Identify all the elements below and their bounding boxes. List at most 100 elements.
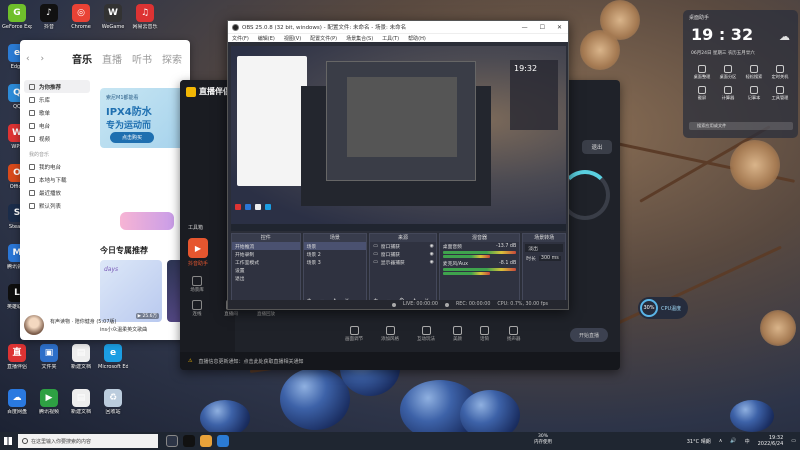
- desktop-icon[interactable]: ♪ 抖音: [34, 4, 64, 30]
- sidebar-item-default-list[interactable]: 默认列表: [24, 199, 90, 212]
- source-item[interactable]: ▭ 显示器捕获 ◉: [370, 258, 436, 266]
- obs-window[interactable]: OBS 25.0.8 (32 bit, windows) - 配置文件: 未命名…: [227, 20, 569, 310]
- tool-desktop-organize[interactable]: 桌面整理: [689, 65, 715, 80]
- desktop-icon[interactable]: ◎ Chrome: [66, 4, 96, 30]
- eye-icon[interactable]: ◉: [430, 252, 436, 257]
- weather-status[interactable]: 31°C 晴朗: [687, 438, 711, 445]
- sidebar-item-local[interactable]: 本地与下载: [24, 173, 90, 186]
- sidebar-item-playlists[interactable]: 歌单: [24, 106, 90, 119]
- menu-scene-collection[interactable]: 场景集合(S): [346, 35, 373, 42]
- menu-profile[interactable]: 配置文件(P): [310, 35, 337, 42]
- maximize-icon[interactable]: ☐: [540, 24, 545, 31]
- sidebar-item-library[interactable]: 乐库: [24, 93, 90, 106]
- start-live-button[interactable]: 开始直播: [570, 328, 608, 342]
- menu-edit[interactable]: 编辑(E): [258, 35, 275, 42]
- minimize-icon[interactable]: —: [522, 24, 528, 31]
- desktop-icon[interactable]: 直直播伴侣: [2, 344, 32, 370]
- tool-label: 工具管理: [771, 95, 789, 100]
- tool-desktop-partition[interactable]: 桌面分区: [715, 65, 741, 80]
- start-button[interactable]: [0, 432, 16, 450]
- edge-taskbar-icon[interactable]: [217, 435, 229, 447]
- obs-taskbar-icon[interactable]: [183, 435, 195, 447]
- desktop-icon[interactable]: W WeGame: [98, 4, 128, 30]
- mic-button[interactable]: 话筒: [480, 326, 489, 342]
- taskbar-search[interactable]: 在这里输入你要搜索的内容: [18, 434, 158, 448]
- obs-preview[interactable]: 19:32: [231, 46, 566, 231]
- volume-slider[interactable]: [442, 255, 491, 258]
- ime-indicator[interactable]: 中: [745, 438, 750, 445]
- banner-buy-button[interactable]: 点击购买: [110, 132, 154, 143]
- studio-mode-button[interactable]: 工作室模式: [232, 258, 300, 266]
- tray-arrow-icon[interactable]: ∧: [719, 438, 723, 444]
- sidebar-item-recommend[interactable]: 为你推荐: [24, 80, 90, 93]
- transition-select[interactable]: 淡出: [525, 244, 564, 252]
- tool-quick-search[interactable]: 轻松搜索: [741, 65, 767, 80]
- menu-file[interactable]: 文件(F): [232, 35, 249, 42]
- volume-slider[interactable]: [442, 272, 491, 275]
- douyin-assistant-button[interactable]: ▶: [188, 238, 208, 258]
- tool-notepad[interactable]: 记事本: [741, 86, 767, 101]
- task-view-icon[interactable]: [166, 435, 178, 447]
- taskbar-clock[interactable]: 19:32 2022/6/24: [758, 435, 784, 447]
- desktop-icon[interactable]: ▤ 新建文档: [66, 389, 96, 415]
- exit-obs-button[interactable]: 退出: [232, 274, 300, 282]
- tool-calculator[interactable]: 计算器: [715, 86, 741, 101]
- desktop-icon[interactable]: ▶ 腾讯视频: [34, 389, 64, 415]
- source-item[interactable]: ▭ 窗口捕获 ◉: [370, 250, 436, 258]
- volume-icon[interactable]: 🔊: [730, 438, 736, 444]
- tab-audiobook[interactable]: 听书: [132, 51, 152, 66]
- add-style-button[interactable]: 添加风格: [381, 326, 399, 342]
- desktop-icon[interactable]: e Microsoft Edge: [98, 344, 128, 370]
- scene-library-button[interactable]: 场景库: [186, 276, 208, 293]
- tool-timed-shutdown[interactable]: 定时关机: [767, 65, 793, 80]
- scene-item[interactable]: 场景: [303, 242, 367, 250]
- notification-icon[interactable]: ▭: [791, 438, 796, 444]
- tool-screenshot[interactable]: 截屏: [689, 86, 715, 101]
- nav-arrows[interactable]: ‹ ›: [26, 54, 48, 64]
- interact-button[interactable]: 互动玩法: [417, 326, 435, 342]
- folder-taskbar-icon[interactable]: [200, 435, 212, 447]
- desktop-icon[interactable]: ♫ 网易云音乐: [130, 4, 160, 30]
- widget-search-input[interactable]: 搜索应用或文件: [689, 122, 793, 130]
- vip-button[interactable]: [120, 212, 174, 230]
- desktop-icon[interactable]: G GeForce Experience: [2, 4, 32, 30]
- recommend-card[interactable]: days ▶ 25.6万: [100, 260, 162, 322]
- tab-live[interactable]: 直播: [102, 51, 122, 66]
- desktop-assistant-widget[interactable]: 桌面助手 19 : 32 ☁ 06月24日 星期三 农历五月廿六 桌面整理 桌面…: [683, 10, 798, 138]
- speaker-button[interactable]: 扬声器: [507, 326, 521, 342]
- scene-item[interactable]: 场景 2: [304, 250, 367, 258]
- beauty-button[interactable]: 美颜: [453, 326, 462, 342]
- tool-manager[interactable]: 工具管理: [767, 86, 793, 101]
- tab-explore[interactable]: 探索: [162, 51, 182, 66]
- exit-button[interactable]: 退出: [582, 140, 612, 154]
- music-app-window[interactable]: ‹ › 音乐 直播 听书 探索 为你推荐 乐库 歌单 电台 视频 我的音乐 我的…: [20, 40, 190, 340]
- desktop-icon[interactable]: ▣ 文件夹: [34, 344, 64, 370]
- sidebar-item-recent[interactable]: 最近播放: [24, 186, 90, 199]
- promo-banner[interactable]: 索尼M1都能看 IPX4防水 专为运动而 点击购买: [100, 88, 190, 148]
- start-record-button[interactable]: 开始录制: [232, 250, 300, 258]
- tab-music[interactable]: 音乐: [72, 51, 92, 66]
- desktop-icon[interactable]: ▤ 新建文档: [66, 344, 96, 370]
- sidebar-item-my-radio[interactable]: 我的电台: [24, 160, 90, 173]
- start-stream-button[interactable]: 开始推流: [232, 242, 300, 250]
- menu-tools[interactable]: 工具(T): [382, 35, 399, 42]
- now-playing-bar[interactable]: [20, 310, 100, 340]
- eye-icon[interactable]: ◉: [430, 244, 436, 249]
- connect-button[interactable]: 连线: [186, 300, 208, 317]
- obs-titlebar[interactable]: OBS 25.0.8 (32 bit, windows) - 配置文件: 未命名…: [228, 21, 568, 33]
- settings-button[interactable]: 设置: [232, 266, 300, 274]
- desktop-icon[interactable]: ☁ 百度网盘: [2, 389, 32, 415]
- scene-item[interactable]: 场景 3: [304, 258, 367, 266]
- close-icon[interactable]: ✕: [557, 24, 562, 31]
- cpu-monitor[interactable]: 30% CPU温度: [638, 297, 688, 319]
- menu-help[interactable]: 帮助(H): [408, 35, 426, 42]
- menu-view[interactable]: 视图(V): [284, 35, 301, 42]
- duration-input[interactable]: 300 ms: [538, 255, 561, 261]
- notice-bar[interactable]: ⚠ 直播信息更新通知：点击此处获取直播相关通知: [180, 352, 620, 370]
- sidebar-item-video[interactable]: 视频: [24, 132, 90, 145]
- eye-icon[interactable]: ◉: [430, 260, 436, 265]
- sidebar-item-radio[interactable]: 电台: [24, 119, 90, 132]
- desktop-icon[interactable]: ♻ 回收站: [98, 389, 128, 415]
- source-item[interactable]: ▭ 窗口捕获 ◉: [370, 242, 436, 250]
- picture-adjust-button[interactable]: 画面调节: [345, 326, 363, 342]
